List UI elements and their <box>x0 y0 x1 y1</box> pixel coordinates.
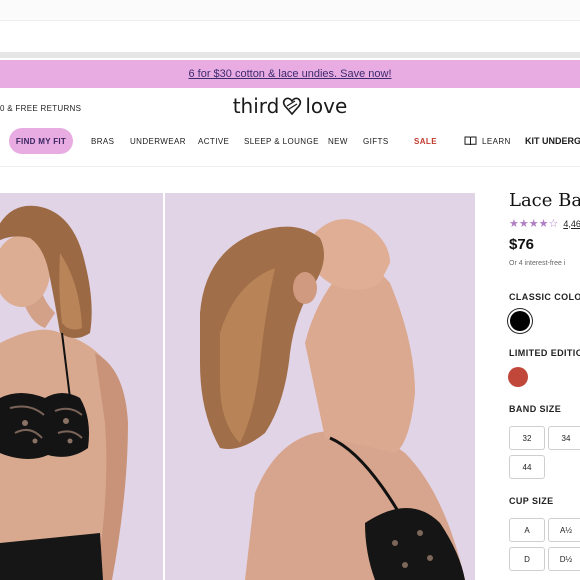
main-nav: FIND MY FIT BRAS UNDERWEAR ACTIVE SLEEP … <box>0 128 580 154</box>
review-count[interactable]: 4,46 <box>563 219 580 229</box>
limited-edition-label: LIMITED EDITION <box>509 348 580 358</box>
cup-size-option[interactable]: A <box>509 518 545 542</box>
swatch-black[interactable] <box>510 311 530 331</box>
nav-item-gifts[interactable]: GIFTS <box>363 128 389 154</box>
cup-size-label: CUP SIZE <box>509 496 554 506</box>
nav-item-underwear[interactable]: UNDERWEAR <box>130 128 186 154</box>
nav-item-sale[interactable]: SALE <box>414 128 437 154</box>
browser-top-bar <box>0 0 580 21</box>
classic-color-label: CLASSIC COLOR <box>509 292 580 302</box>
logo-text-love: love <box>305 94 348 118</box>
product-info-panel: Lace Ba ★★★★☆ 4,46 $76 Or 4 interest-fre… <box>509 190 580 267</box>
cup-size-option[interactable]: D½ <box>548 547 580 571</box>
find-my-fit-button[interactable]: FIND MY FIT <box>9 128 73 154</box>
promo-link[interactable]: 6 for $30 cotton & lace undies. Save now… <box>188 68 391 80</box>
nav-item-active[interactable]: ACTIVE <box>198 128 229 154</box>
nav-divider <box>0 166 580 167</box>
nav-item-learn[interactable]: LEARN <box>464 128 511 154</box>
band-size-label: BAND SIZE <box>509 404 562 414</box>
promo-banner: 6 for $30 cotton & lace undies. Save now… <box>0 60 580 88</box>
nav-item-sleep-lounge[interactable]: SLEEP & LOUNGE <box>244 128 319 154</box>
logo-text-third: third <box>232 94 280 118</box>
heart-outline-icon <box>283 97 302 116</box>
thirdlove-logo[interactable]: third love <box>0 94 580 118</box>
band-size-option[interactable]: 34 <box>548 426 580 450</box>
product-title: Lace Ba <box>509 190 580 211</box>
nav-item-bras[interactable]: BRAS <box>91 128 114 154</box>
installment-text: Or 4 interest-free i <box>509 260 566 267</box>
rating-row[interactable]: ★★★★☆ 4,46 <box>509 217 580 230</box>
product-photo-profile-image <box>165 193 475 580</box>
product-price: $76 <box>509 236 535 253</box>
cup-size-option[interactable]: D <box>509 547 545 571</box>
band-size-option[interactable]: 32 <box>509 426 545 450</box>
nav-item-kit-undergarments[interactable]: KIT UNDERGARM <box>525 128 580 154</box>
nav-item-new[interactable]: NEW <box>328 128 348 154</box>
swatch-limited-red[interactable] <box>508 367 528 387</box>
book-icon <box>464 136 477 146</box>
product-photo-front-image <box>0 193 163 580</box>
product-photo-front[interactable] <box>0 193 163 580</box>
band-size-option[interactable]: 44 <box>509 455 545 479</box>
product-photo-profile[interactable] <box>165 193 475 580</box>
cup-size-option[interactable]: A½ <box>548 518 580 542</box>
divider-strip <box>0 52 580 58</box>
rating-stars: ★★★★☆ <box>509 218 559 230</box>
learn-label: LEARN <box>482 136 511 146</box>
